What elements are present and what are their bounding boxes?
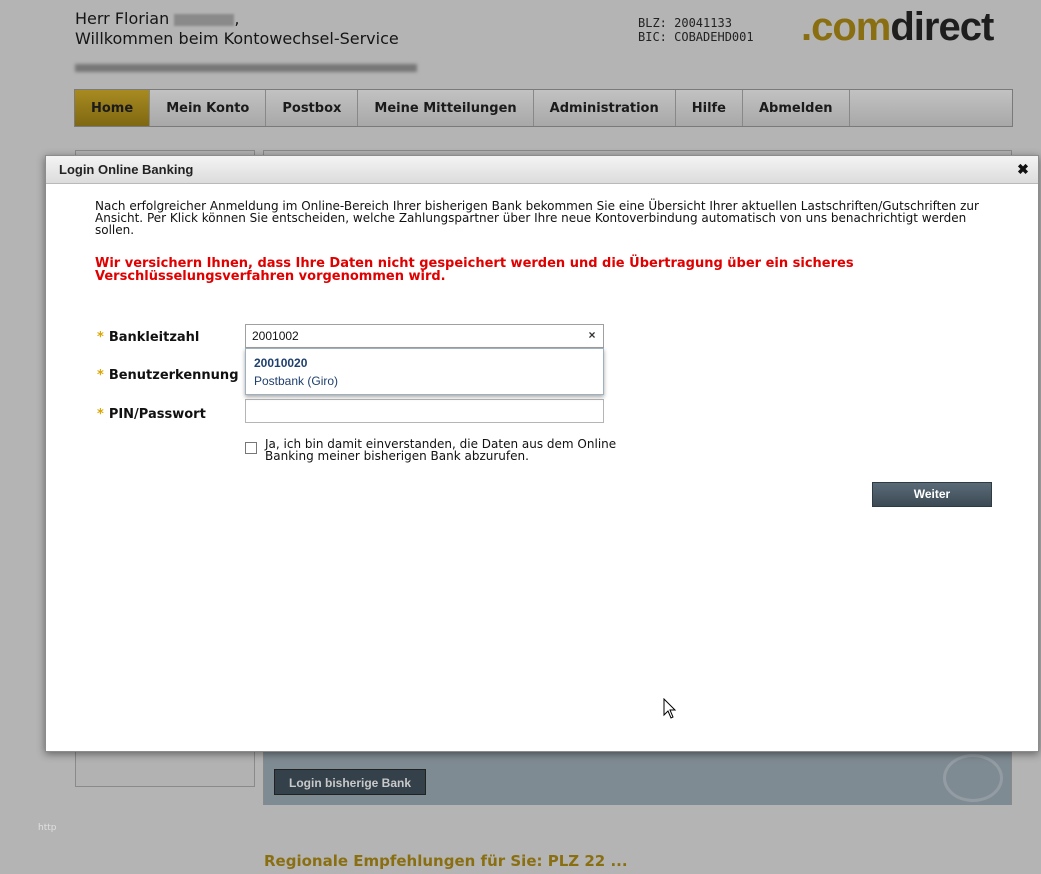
required-marker: * (97, 330, 104, 345)
bankleitzahl-label: * Bankleitzahl (97, 330, 199, 345)
bank-info: BLZ: 20041133 BIC: COBADEHD001 (638, 16, 754, 44)
pin-label-text: PIN/Passwort (108, 407, 206, 422)
modal-title: Login Online Banking (59, 162, 194, 177)
comdirect-logo: .comdirect (801, 5, 994, 50)
regional-heading: Regionale Empfehlungen für Sie: PLZ 22 .… (264, 852, 628, 870)
pin-password-input[interactable] (245, 399, 604, 423)
required-marker: * (97, 407, 104, 422)
main-nav: Home Mein Konto Postbox Meine Mitteilung… (74, 89, 1013, 127)
nav-item-meine-mitteilungen[interactable]: Meine Mitteilungen (358, 90, 534, 126)
bic-text: BIC: COBADEHD001 (638, 30, 754, 44)
benutzerkennung-label: * Benutzerkennung (97, 368, 239, 383)
nav-item-abmelden[interactable]: Abmelden (743, 90, 850, 126)
welcome-text: Willkommen beim Kontowechsel-Service (75, 29, 399, 48)
bankleitzahl-input[interactable] (245, 324, 604, 348)
logo-dot: . (801, 5, 812, 49)
nav-item-mein-konto[interactable]: Mein Konto (150, 90, 267, 126)
greeting: Herr Florian , Willkommen beim Kontowech… (75, 9, 399, 49)
mouse-cursor-icon (663, 698, 677, 719)
close-icon[interactable]: ✖ (1016, 162, 1030, 176)
nav-item-administration[interactable]: Administration (534, 90, 676, 126)
consent-checkbox[interactable] (245, 442, 257, 454)
bank-suggestion-dropdown[interactable]: 20010020 Postbank (Giro) (245, 348, 604, 395)
greeting-comma: , (234, 9, 240, 28)
clear-input-icon[interactable]: × (585, 328, 599, 342)
weiter-button[interactable]: Weiter (872, 482, 992, 507)
logo-com: com (811, 5, 891, 49)
consent-label[interactable]: Ja, ich bin damit einverstanden, die Dat… (265, 438, 625, 462)
redacted-line (75, 64, 417, 72)
blz-text: BLZ: 20041133 (638, 16, 732, 30)
security-warning: Wir versichern Ihnen, dass Ihre Daten ni… (95, 256, 854, 284)
bankleitzahl-label-text: Bankleitzahl (108, 330, 200, 345)
suggestion-bank-code[interactable]: 20010020 (254, 356, 307, 370)
login-bisherige-bank-button[interactable]: Login bisherige Bank (274, 769, 427, 795)
magnifier-icon (943, 754, 1003, 802)
logo-direct: direct (890, 5, 994, 49)
modal-header: Login Online Banking ✖ (46, 156, 1038, 184)
nav-item-home[interactable]: Home (75, 90, 151, 126)
required-marker: * (97, 368, 104, 383)
intro-text: Nach erfolgreicher Anmeldung im Online-B… (95, 199, 979, 237)
pin-label: * PIN/Passwort (97, 407, 206, 422)
nav-item-postbox[interactable]: Postbox (266, 90, 359, 126)
redacted-surname (174, 13, 235, 26)
suggestion-bank-name[interactable]: Postbank (Giro) (254, 374, 338, 388)
login-modal: Login Online Banking ✖ Nach erfolgreiche… (45, 155, 1039, 752)
status-url-text: http (38, 823, 57, 833)
nav-item-hilfe[interactable]: Hilfe (676, 90, 743, 126)
benutzerkennung-label-text: Benutzerkennung (108, 368, 239, 383)
greeting-name: Herr Florian (75, 9, 170, 28)
